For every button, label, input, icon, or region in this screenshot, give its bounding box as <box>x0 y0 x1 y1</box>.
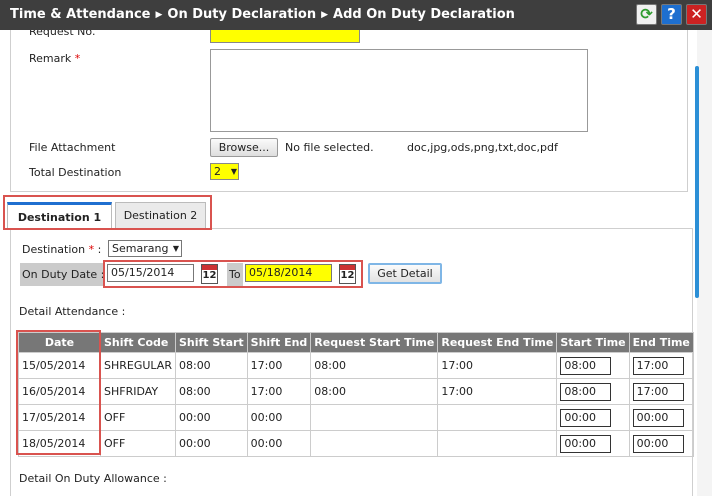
breadcrumb: Time & Attendance ▶ On Duty Declaration ▶ Ad… <box>10 7 515 22</box>
cell-shift-end: 17:00 <box>246 352 312 379</box>
cell-request-start <box>310 404 439 431</box>
cell-request-end: 17:00 <box>437 352 558 379</box>
destination-select[interactable]: Semarang ▼ <box>108 240 182 257</box>
cell-start-time: 08:00 <box>556 352 630 379</box>
detail-allowance-label: Detail On Duty Allowance : <box>19 472 167 485</box>
on-duty-date-label: On Duty Date : <box>22 268 105 281</box>
table-row: 18/05/2014 OFF 00:00 00:00 00:00 00:00 <box>18 430 694 457</box>
request-no-field <box>210 30 360 43</box>
table-row: 17/05/2014 OFF 00:00 00:00 00:00 00:00 <box>18 404 694 431</box>
cell-request-end <box>437 404 558 431</box>
cell-request-end: 17:00 <box>437 378 558 405</box>
cell-shift-end: 00:00 <box>246 404 312 431</box>
start-time-input[interactable]: 00:00 <box>560 434 612 453</box>
cell-end-time: 17:00 <box>628 378 694 405</box>
col-header-request-start-time: Request Start Time <box>310 332 439 353</box>
cell-request-start: 08:00 <box>310 352 439 379</box>
start-time-input[interactable]: 00:00 <box>560 408 612 427</box>
chevron-down-icon: ▼ <box>230 167 237 176</box>
cell-request-end <box>437 430 558 457</box>
tabs-highlight-outline <box>3 195 212 230</box>
allowed-extensions-text: doc,jpg,ods,png,txt,doc,pdf <box>407 141 558 154</box>
table-header-row: Date Shift Code Shift Start Shift End Re… <box>18 332 694 353</box>
cell-shift-code: SHREGULAR <box>100 352 176 379</box>
cell-shift-code: OFF <box>100 404 176 431</box>
cell-start-time: 08:00 <box>556 378 630 405</box>
cell-request-start <box>310 430 439 457</box>
col-header-shift-end: Shift End <box>246 332 312 353</box>
chevron-down-icon: ▼ <box>172 244 179 253</box>
cell-shift-end: 00:00 <box>246 430 312 457</box>
help-icon[interactable]: ? <box>661 4 682 25</box>
cell-end-time: 00:00 <box>628 404 694 431</box>
scrollbar-thumb[interactable] <box>695 66 699 298</box>
total-destination-select[interactable]: 2 ▼ <box>210 163 239 180</box>
end-time-input[interactable]: 00:00 <box>632 408 684 427</box>
breadcrumb-item-add-on-duty: Add On Duty Declaration <box>333 7 515 22</box>
cell-start-time: 00:00 <box>556 430 630 457</box>
breadcrumb-separator-icon: ▶ <box>155 10 163 20</box>
remark-textarea[interactable] <box>210 49 588 132</box>
vertical-scrollbar[interactable] <box>697 30 712 496</box>
breadcrumb-item-on-duty-declaration[interactable]: On Duty Declaration <box>167 7 316 22</box>
cell-shift-end: 17:00 <box>246 378 312 405</box>
total-destination-label: Total Destination <box>29 166 122 179</box>
no-file-text: No file selected. <box>285 141 374 154</box>
start-time-input[interactable]: 08:00 <box>560 356 612 375</box>
cell-shift-start: 08:00 <box>174 352 248 379</box>
cell-shift-code: OFF <box>100 430 176 457</box>
file-attachment-label: File Attachment <box>29 141 116 154</box>
start-time-input[interactable]: 08:00 <box>560 382 612 401</box>
refresh-icon[interactable]: ⟳ <box>636 4 657 25</box>
date-range-highlight-outline <box>103 260 363 288</box>
breadcrumb-item-time-attendance[interactable]: Time & Attendance <box>10 7 151 22</box>
end-time-input[interactable]: 00:00 <box>632 434 684 453</box>
cell-shift-start: 00:00 <box>174 430 248 457</box>
destination-label: Destination * : <box>22 243 102 256</box>
col-header-start-time: Start Time <box>556 332 630 353</box>
end-time-input[interactable]: 17:00 <box>632 382 684 401</box>
browse-button[interactable]: Browse... <box>210 138 278 157</box>
remark-label: Remark * <box>29 52 81 65</box>
cell-request-start: 08:00 <box>310 378 439 405</box>
date-column-highlight-outline <box>16 330 101 455</box>
close-icon[interactable]: ✕ <box>686 4 707 25</box>
cell-shift-start: 00:00 <box>174 404 248 431</box>
get-detail-button[interactable]: Get Detail <box>368 263 442 284</box>
title-bar: Time & Attendance ▶ On Duty Declaration ▶ Ad… <box>0 0 712 30</box>
cell-shift-start: 08:00 <box>174 378 248 405</box>
breadcrumb-separator-icon: ▶ <box>321 10 329 20</box>
end-time-input[interactable]: 17:00 <box>632 356 684 375</box>
col-header-request-end-time: Request End Time <box>437 332 558 353</box>
cell-end-time: 17:00 <box>628 352 694 379</box>
cell-start-time: 00:00 <box>556 404 630 431</box>
table-row: 15/05/2014 SHREGULAR 08:00 17:00 08:00 1… <box>18 352 694 379</box>
cell-end-time: 00:00 <box>628 430 694 457</box>
detail-attendance-label: Detail Attendance : <box>19 305 126 318</box>
request-no-label: Request No. <box>29 30 96 38</box>
col-header-end-time: End Time <box>628 332 694 353</box>
table-row: 16/05/2014 SHFRIDAY 08:00 17:00 08:00 17… <box>18 378 694 405</box>
col-header-shift-code: Shift Code <box>100 332 176 353</box>
col-header-shift-start: Shift Start <box>174 332 248 353</box>
cell-shift-code: SHFRIDAY <box>100 378 176 405</box>
attendance-table: Date Shift Code Shift Start Shift End Re… <box>18 332 694 457</box>
